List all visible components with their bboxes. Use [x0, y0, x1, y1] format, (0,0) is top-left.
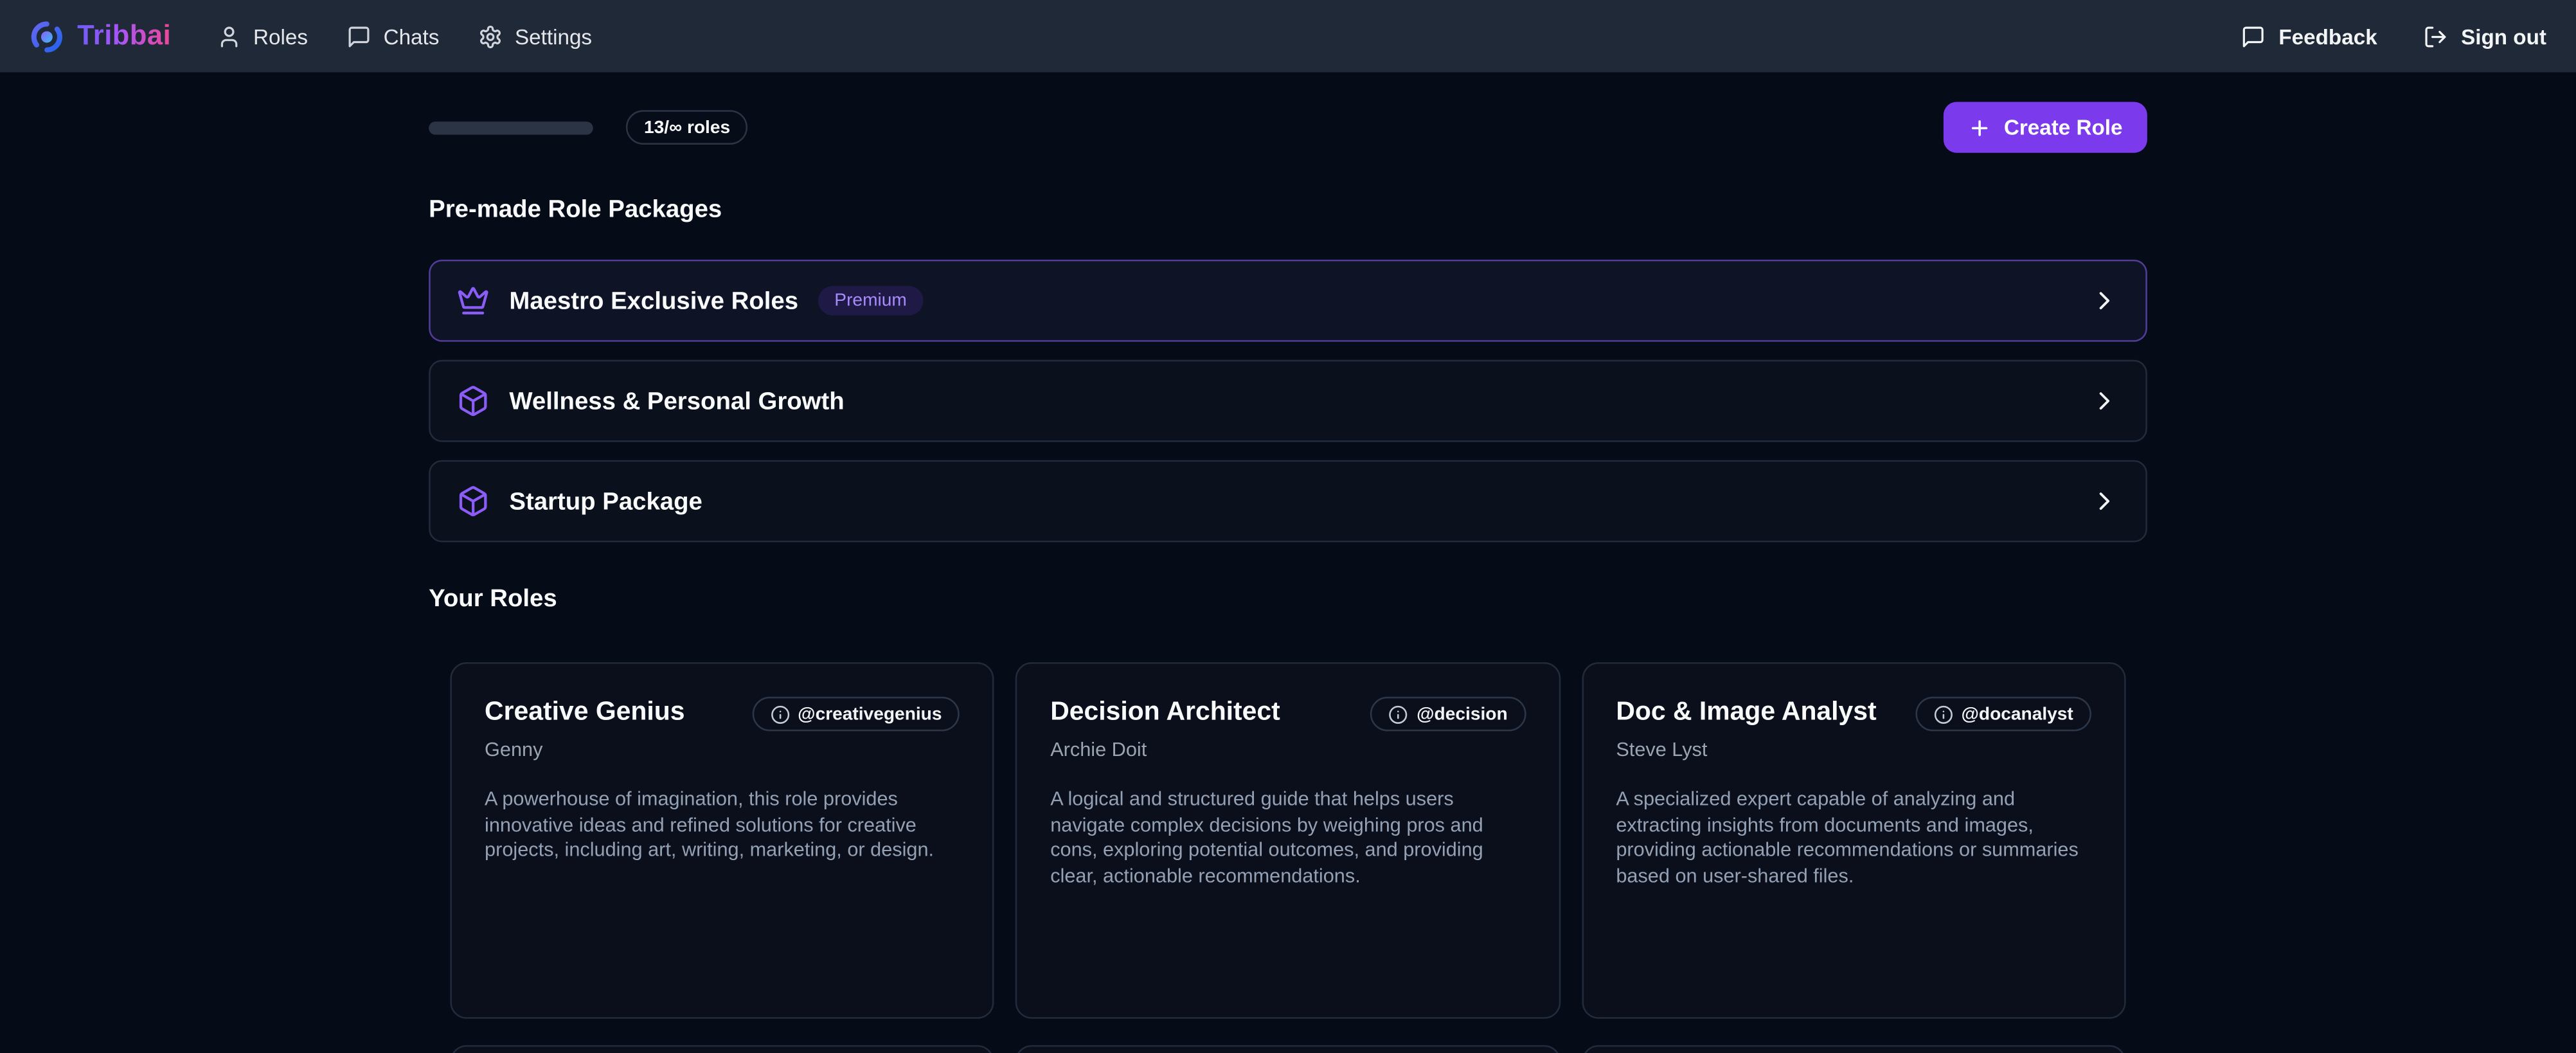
- card-header: Creative Genius Genny @creativegenius: [485, 697, 960, 761]
- chat-icon: [2241, 24, 2266, 48]
- role-title: Creative Genius: [485, 697, 684, 728]
- info-icon: [1933, 704, 1953, 724]
- sign-out-button[interactable]: Sign out: [2423, 24, 2546, 48]
- chevron-right-icon: [2089, 286, 2119, 316]
- card-header: Doc & Image Analyst Steve Lyst @docanaly…: [1616, 697, 2091, 761]
- card-header: Decision Architect Archie Doit @decision: [1050, 697, 1526, 761]
- action-label: Feedback: [2278, 24, 2377, 48]
- chat-icon: [347, 24, 371, 48]
- chevron-right-icon: [2089, 386, 2119, 416]
- role-handle: @creativegenius: [798, 704, 942, 724]
- brand[interactable]: Tribbai: [30, 19, 171, 53]
- role-card-doc-image-analyst[interactable]: Doc & Image Analyst Steve Lyst @docanaly…: [1582, 662, 2126, 1019]
- package-label: Startup Package: [509, 487, 702, 515]
- role-handle-badge[interactable]: @docanalyst: [1915, 697, 2091, 732]
- feedback-button[interactable]: Feedback: [2241, 24, 2377, 48]
- role-handle: @docanalyst: [1961, 704, 2073, 724]
- packages-section-title: Pre-made Role Packages: [429, 195, 2147, 225]
- role-handle: @decision: [1417, 704, 1508, 724]
- package-icon: [457, 485, 490, 518]
- role-description: A logical and structured guide that help…: [1050, 787, 1526, 888]
- main-nav: Roles Chats Settings: [217, 24, 592, 48]
- package-label: Maestro Exclusive Roles: [509, 287, 798, 314]
- packages-list: Maestro Exclusive Roles Premium Wellness…: [429, 260, 2147, 543]
- header-actions: Feedback Sign out: [2241, 24, 2546, 48]
- brand-name: Tribbai: [77, 20, 171, 53]
- package-row-wellness[interactable]: Wellness & Personal Growth: [429, 360, 2147, 442]
- package-row-startup[interactable]: Startup Package: [429, 460, 2147, 543]
- info-icon: [1389, 704, 1409, 724]
- package-label: Wellness & Personal Growth: [509, 387, 844, 415]
- role-card[interactable]: [1582, 1045, 2126, 1053]
- premium-badge: Premium: [818, 286, 924, 316]
- roles-count-badge: 13/∞ roles: [626, 110, 748, 145]
- role-subtitle: Steve Lyst: [1616, 738, 1876, 761]
- your-roles-section-title: Your Roles: [429, 585, 2147, 615]
- role-title: Doc & Image Analyst: [1616, 697, 1876, 728]
- roles-progress-bar: [429, 121, 593, 134]
- role-card[interactable]: [450, 1045, 994, 1053]
- nav-item-roles[interactable]: Roles: [217, 24, 308, 48]
- app-root: Tribbai Roles Chats: [0, 0, 2576, 1053]
- info-icon: [770, 704, 790, 724]
- role-description: A specialized expert capable of analyzin…: [1616, 787, 2091, 888]
- top-nav-bar: Tribbai Roles Chats: [0, 0, 2576, 72]
- nav-item-settings[interactable]: Settings: [479, 24, 592, 48]
- nav-label: Settings: [515, 24, 592, 48]
- role-handle-badge[interactable]: @decision: [1371, 697, 1526, 732]
- nav-label: Roles: [253, 24, 308, 48]
- nav-item-chats[interactable]: Chats: [347, 24, 439, 48]
- package-row-maestro[interactable]: Maestro Exclusive Roles Premium: [429, 260, 2147, 342]
- role-handle-badge[interactable]: @creativegenius: [752, 697, 960, 732]
- plus-icon: [1968, 116, 1991, 139]
- main-content: 13/∞ roles Create Role Pre-made Role Pac…: [429, 102, 2147, 1053]
- role-subtitle: Genny: [485, 738, 684, 761]
- role-card[interactable]: [1016, 1045, 1561, 1053]
- role-description: A powerhouse of imagination, this role p…: [485, 787, 960, 863]
- user-icon: [217, 24, 242, 48]
- create-role-button[interactable]: Create Role: [1943, 102, 2147, 152]
- role-card-creative-genius[interactable]: Creative Genius Genny @creativegenius A …: [450, 662, 994, 1019]
- package-icon: [457, 384, 490, 417]
- nav-label: Chats: [384, 24, 440, 48]
- gear-icon: [479, 24, 503, 48]
- chevron-right-icon: [2089, 487, 2119, 516]
- tribbai-logo-icon: [30, 19, 64, 53]
- roles-toolbar: 13/∞ roles Create Role: [429, 102, 2147, 152]
- create-role-label: Create Role: [2004, 115, 2123, 140]
- role-title: Decision Architect: [1050, 697, 1280, 728]
- crown-icon: [457, 284, 490, 317]
- sign-out-icon: [2423, 24, 2447, 48]
- role-subtitle: Archie Doit: [1050, 738, 1280, 761]
- role-cards-grid: Creative Genius Genny @creativegenius A …: [429, 662, 2147, 1019]
- role-card-decision-architect[interactable]: Decision Architect Archie Doit @decision…: [1016, 662, 1561, 1019]
- role-cards-grid-next-row: [429, 1045, 2147, 1053]
- action-label: Sign out: [2461, 24, 2546, 48]
